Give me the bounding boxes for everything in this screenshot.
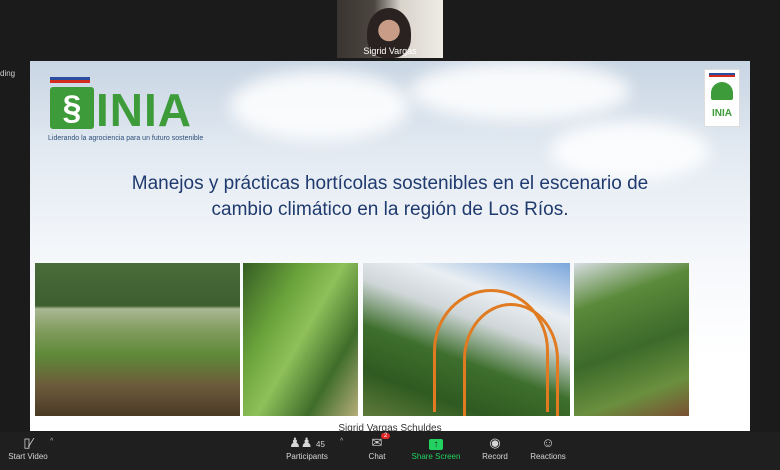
- record-label: Record: [482, 452, 508, 461]
- share-screen-icon: ↑: [429, 439, 443, 450]
- chile-flag-icon: [709, 73, 735, 77]
- shared-screen-slide: § INIA Liderando la agrociencia para un …: [30, 61, 750, 431]
- record-button[interactable]: ◉ Record: [478, 434, 512, 461]
- participant-name: Sigrid Vargas: [363, 46, 417, 56]
- start-video-label: Start Video: [8, 452, 48, 461]
- start-video-button[interactable]: ▯⁄ Start Video: [6, 434, 50, 461]
- participants-icon: ♟♟ 45: [289, 435, 325, 450]
- slide-title-line-2: cambio climático en la región de Los Río…: [211, 199, 569, 220]
- recording-indicator: ding: [0, 69, 16, 78]
- inia-small-logo-text: INIA: [712, 108, 732, 119]
- slide-title-line-1: Manejos y prácticas hortícolas sostenibl…: [131, 173, 649, 194]
- chile-flag-icon: [50, 77, 90, 83]
- participants-count: 45: [316, 440, 325, 449]
- sun-emblem-icon: [711, 82, 733, 100]
- video-options-caret-icon[interactable]: ^: [50, 438, 53, 445]
- meeting-toolbar: ▯⁄ Start Video ^ ♟♟ 45 Participants ^ ✉ …: [0, 432, 780, 470]
- reactions-label: Reactions: [530, 452, 566, 461]
- inia-small-logo: INIA: [704, 69, 740, 127]
- inia-brand-text: INIA: [96, 84, 192, 136]
- presenter-caption: Sigrid Vargas Schuldes: [338, 423, 442, 431]
- photo-trellis-crop: [574, 263, 689, 416]
- participants-options-caret-icon[interactable]: ^: [340, 438, 343, 445]
- share-screen-button[interactable]: ↑ Share Screen: [410, 434, 462, 461]
- photo-greenhouse-tunnel: [363, 263, 570, 416]
- chat-unread-badge: 2: [381, 433, 391, 439]
- slide-title: Manejos y prácticas hortícolas sostenibl…: [90, 171, 690, 223]
- inia-logo: § INIA Liderando la agrociencia para un …: [46, 77, 216, 147]
- participant-video-thumbnail[interactable]: Sigrid Vargas: [337, 0, 443, 58]
- record-icon: ◉: [489, 435, 501, 450]
- video-off-icon: ▯⁄: [23, 435, 33, 450]
- photo-field-rows: [35, 263, 240, 416]
- participants-label: Participants: [286, 452, 328, 461]
- share-screen-label: Share Screen: [411, 452, 461, 461]
- reactions-smiley-icon: ☺: [541, 435, 555, 450]
- chat-label: Chat: [368, 452, 386, 461]
- inia-tagline: Liderando la agrociencia para un futuro …: [48, 135, 204, 142]
- participants-button[interactable]: ♟♟ 45 Participants: [284, 434, 330, 461]
- inia-mark-icon: §: [50, 87, 94, 129]
- reactions-button[interactable]: ☺ Reactions: [528, 434, 568, 461]
- photo-bean-plants: [243, 263, 358, 416]
